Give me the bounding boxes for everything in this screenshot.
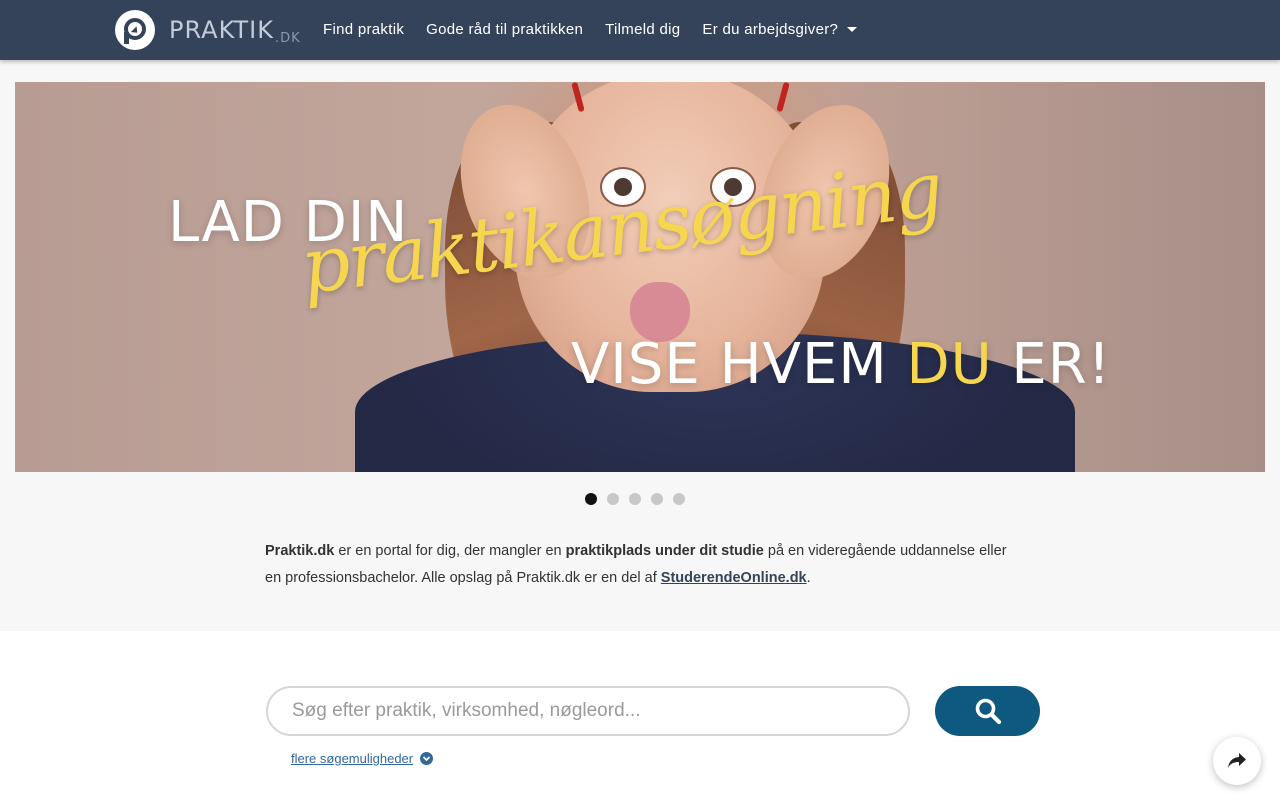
top-navbar: PRAKTIK.DK Find praktik Gode råd til pra… <box>0 0 1280 60</box>
nav-item-tilmeld[interactable]: Tilmeld dig <box>594 0 691 60</box>
praktik-logo-icon <box>115 10 155 50</box>
brand-suffix: .DK <box>274 31 301 46</box>
caret-down-icon <box>847 26 858 32</box>
hero-photo-horn-right <box>776 82 790 113</box>
hero-headline-highlight: DU <box>906 332 993 397</box>
more-search-options-link[interactable]: flere søgemuligheder <box>291 751 434 766</box>
share-icon <box>1228 753 1246 768</box>
intro-paragraph: Praktik.dk er en portal for dig, der man… <box>265 543 1007 586</box>
nav-item-gode-raad[interactable]: Gode råd til praktikken <box>415 0 594 60</box>
intro-brand: Praktik.dk <box>265 543 335 559</box>
search-input[interactable] <box>266 686 910 736</box>
search-section: flere søgemuligheder <box>0 631 1280 800</box>
carousel-indicators <box>585 493 685 505</box>
search-button[interactable] <box>935 686 1040 736</box>
main-nav: Find praktik Gode råd til praktikken Til… <box>312 0 868 60</box>
nav-item-find-praktik[interactable]: Find praktik <box>312 0 415 60</box>
hero-carousel-slide[interactable]: LAD DIN praktikansøgning VISE HVEM DU ER… <box>15 82 1265 472</box>
search-icon <box>975 698 1001 725</box>
carousel-dot-2[interactable] <box>607 493 619 505</box>
intro-highlight: praktikplads under dit studie <box>565 543 764 559</box>
carousel-dot-1[interactable] <box>585 493 597 505</box>
brand-name: PRAKTIK.DK <box>169 16 301 46</box>
share-button[interactable] <box>1213 737 1261 785</box>
carousel-dot-5[interactable] <box>673 493 685 505</box>
chevron-down-icon <box>420 752 434 765</box>
nav-item-arbejdsgiver-dropdown[interactable]: Er du arbejdsgiver? <box>691 0 868 60</box>
carousel-dot-3[interactable] <box>629 493 641 505</box>
studerendeonline-link[interactable]: StuderendeOnline.dk <box>661 570 807 586</box>
carousel-dot-4[interactable] <box>651 493 663 505</box>
brand-logo-link[interactable]: PRAKTIK.DK <box>115 10 301 50</box>
hero-headline-line3: VISE HVEM DU ER! <box>571 332 1112 397</box>
